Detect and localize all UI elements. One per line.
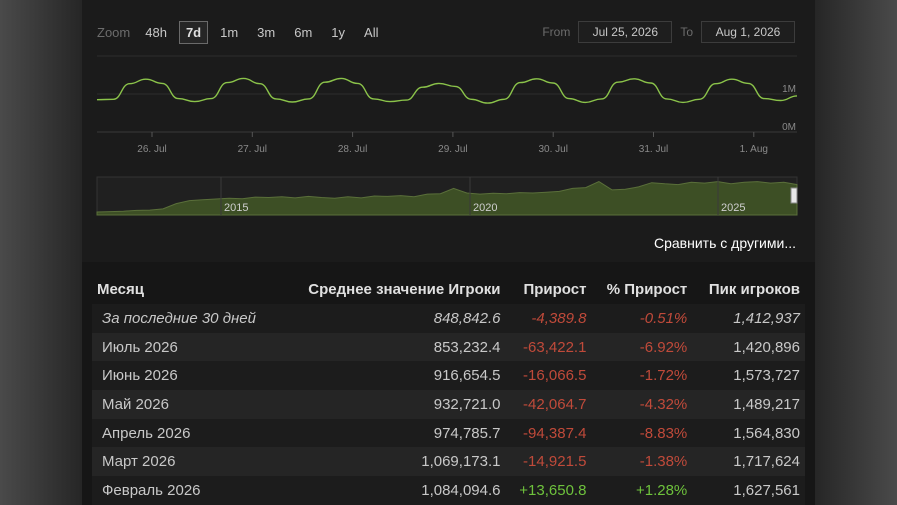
chart-container: Zoom 48h 7d 1m 3m 6m 1y All From Jul 25,… [82,0,815,262]
zoom-1y-button[interactable]: 1y [324,21,352,44]
page-background-left [0,0,82,505]
zoom-all-button[interactable]: All [357,21,385,44]
x-tick-label: 29. Jul [438,144,467,155]
y-tick-1m: 1M [782,84,796,95]
table-row: За последние 30 дней 848,842.6 -4,389.8 -0.… [92,304,805,333]
month-cell: Июнь 2026 [92,361,281,391]
table-row: Февраль 2026 1,084,094.6 +13,650.8 +1.28% 1,… [92,476,805,505]
gain-cell: -63,422.1 [505,332,592,362]
x-tick-label: 26. Jul [137,144,166,155]
zoom-6m-button[interactable]: 6m [287,21,319,44]
peak-players-cell: 1,627,561 [692,476,805,505]
stats-panel: Zoom 48h 7d 1m 3m 6m 1y All From Jul 25,… [82,0,815,505]
zoom-controls: Zoom 48h 7d 1m 3m 6m 1y All [97,20,390,44]
peak-players-cell: 1,489,217 [692,390,805,419]
gain-cell: -42,064.7 [505,390,592,419]
avg-players-cell: 848,842.6 [280,304,506,333]
header-gain[interactable]: Прирост [505,274,591,304]
navigator-label-2025: 2025 [721,202,745,214]
zoom-48h-button[interactable]: 48h [138,21,174,44]
zoom-7d-button[interactable]: 7d [178,20,209,44]
from-date-input[interactable]: Jul 25, 2026 [578,21,673,43]
table-row: Апрель 2026 974,785.7 -94,387.4 -8.83% 1,564… [92,418,805,448]
date-range: From Jul 25, 2026 To Aug 1, 2026 [534,21,795,43]
player-chart: 26. Jul 27. Jul 28. Jul 29. Jul 30. Jul 31. J… [96,55,798,216]
to-label: To [680,25,693,39]
percent-gain-cell: -1.72% [591,361,693,391]
month-cell: Февраль 2026 [92,476,281,505]
from-label: From [542,25,571,39]
gain-cell: -94,387.4 [505,418,592,448]
avg-players-cell: 916,654.5 [280,361,506,391]
navigator-label-2015: 2015 [224,202,248,214]
table-row: Июль 2026 853,232.4 -63,422.1 -6.92% 1,420,8… [92,332,805,362]
peak-players-cell: 1,573,727 [692,361,805,391]
percent-gain-cell: -4.32% [591,390,693,419]
gain-cell: -4,389.8 [505,304,592,333]
avg-players-cell: 932,721.0 [280,390,506,419]
table-row: Май 2026 932,721.0 -42,064.7 -4.32% 1,489,21… [92,390,805,419]
page-background-right [815,0,897,505]
month-cell: Апрель 2026 [92,418,281,448]
peak-players-cell: 1,717,624 [692,447,805,477]
peak-players-cell: 1,420,896 [692,332,805,362]
avg-players-cell: 853,232.4 [280,332,506,362]
x-tick-label: 31. Jul [639,144,668,155]
compare-link[interactable]: Сравнить с другими... [654,235,796,251]
zoom-3m-button[interactable]: 3m [250,21,282,44]
monthly-stats-table: Месяц Среднее значение Игроки Прирост % … [92,274,805,505]
header-avg-players[interactable]: Среднее значение Игроки [280,274,505,304]
peak-players-cell: 1,412,937 [692,304,805,333]
x-tick-label: 28. Jul [338,144,367,155]
header-percent-gain[interactable]: % Прирост [591,274,692,304]
avg-players-cell: 1,084,094.6 [280,476,506,505]
header-peak-players[interactable]: Пик игроков [692,274,805,304]
percent-gain-cell: -8.83% [591,418,693,448]
percent-gain-cell: -1.38% [591,447,693,477]
gain-cell: -14,921.5 [505,447,592,477]
gain-cell: +13,650.8 [505,476,592,505]
y-tick-0m: 0M [782,122,796,133]
to-date-input[interactable]: Aug 1, 2026 [701,21,795,43]
zoom-1m-button[interactable]: 1m [213,21,245,44]
avg-players-cell: 974,785.7 [280,418,506,448]
gain-cell: -16,066.5 [505,361,592,391]
peak-players-cell: 1,564,830 [692,418,805,448]
month-cell: Март 2026 [92,447,281,477]
x-tick-label: 27. Jul [238,144,267,155]
percent-gain-cell: +1.28% [591,476,693,505]
zoom-label: Zoom [97,24,131,40]
x-tick-label: 1. Aug [740,144,768,155]
table-row: Март 2026 1,069,173.1 -14,921.5 -1.38% 1,717… [92,447,805,477]
player-count-line [96,77,798,104]
x-tick-label: 30. Jul [538,144,567,155]
month-cell: Июль 2026 [92,332,281,362]
percent-gain-cell: -0.51% [591,304,693,333]
table-header-row: Месяц Среднее значение Игроки Прирост % … [92,274,805,304]
header-month[interactable]: Месяц [92,274,280,304]
navigator-label-2020: 2020 [473,202,497,214]
percent-gain-cell: -6.92% [591,332,693,362]
navigator-handle[interactable] [790,187,798,204]
month-cell: За последние 30 дней [92,304,281,333]
month-cell: Май 2026 [92,390,281,419]
table-row: Июнь 2026 916,654.5 -16,066.5 -1.72% 1,573,7… [92,361,805,391]
avg-players-cell: 1,069,173.1 [280,447,506,477]
